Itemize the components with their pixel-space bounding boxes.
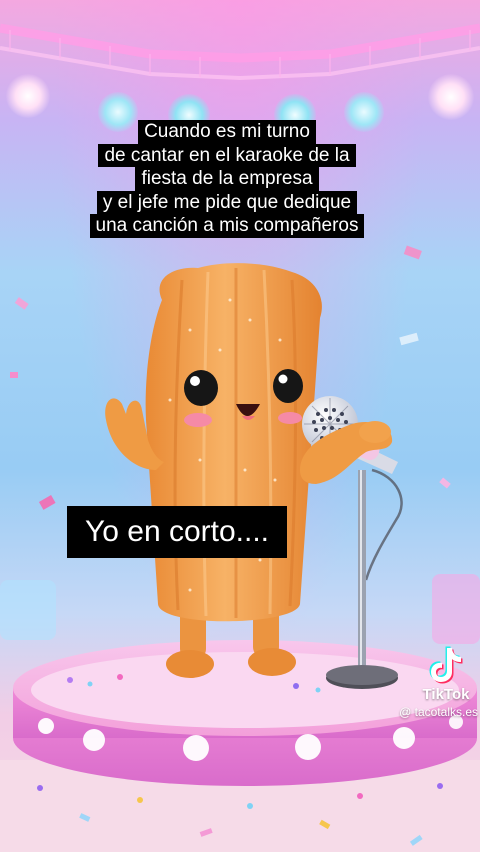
tiktok-logo-icon xyxy=(429,646,463,684)
churro-character xyxy=(105,263,322,622)
caption-line: una canción a mis compañeros xyxy=(89,214,365,238)
caption-line: y el jefe me pide que dedique xyxy=(96,190,358,214)
left-eye xyxy=(184,370,218,406)
right-eye xyxy=(273,369,303,403)
caption-line: Cuando es mi turno xyxy=(138,120,316,144)
video-frame[interactable]: Cuando es mi turno de cantar en el karao… xyxy=(0,0,480,852)
caption-bottom: Yo en corto.... xyxy=(67,506,288,558)
tiktok-brand-label: TikTok xyxy=(422,686,470,703)
creator-handle: @ tacotalks.es xyxy=(399,705,478,719)
caption-line: de cantar en el karaoke de la xyxy=(98,143,356,167)
caption-line: fiesta de la empresa xyxy=(135,167,319,191)
microphone-icon xyxy=(300,396,398,484)
caption-top: Cuando es mi turno de cantar en el karao… xyxy=(67,120,387,238)
